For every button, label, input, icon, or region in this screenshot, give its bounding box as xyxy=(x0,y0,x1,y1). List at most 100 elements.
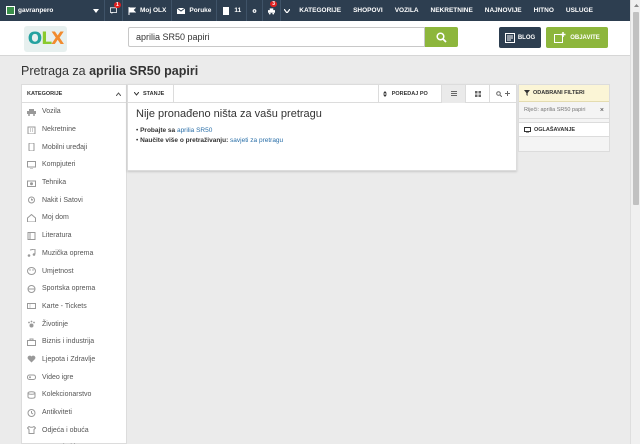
nav-link-najnovije[interactable]: NAJNOVIJE xyxy=(479,7,528,14)
oglasavanje-link[interactable]: OGLAŠAVANJE xyxy=(519,122,609,137)
clock-icon xyxy=(27,408,36,417)
sidebar-item-label: Životinje xyxy=(42,320,69,328)
sidebar-item-label: Nekretnine xyxy=(42,126,76,134)
nav-link-shopovi[interactable]: SHOPOVI xyxy=(347,7,389,14)
car-icon xyxy=(268,7,276,14)
sidebar-item-literatura[interactable]: Literatura xyxy=(22,227,126,245)
sidebar-item-nakit-i-satovi[interactable]: Nakit i Satovi xyxy=(22,191,126,209)
gear-icon xyxy=(252,8,257,13)
empty-results-title: Nije pronađeno ništa za vašu pretragu xyxy=(136,108,322,120)
nav-link-vozila[interactable]: VOZILA xyxy=(389,7,425,14)
sidebar-item-mobilni-uređaji[interactable]: Mobilni uređaji xyxy=(22,138,126,156)
header-bar: OLX aprilia SR50 papiri BLOG OBJAVITE xyxy=(0,21,630,56)
categories-chevron[interactable] xyxy=(281,0,293,21)
sidebar-item-label: Kompjuteri xyxy=(42,161,76,169)
sidebar-item-umjetnost[interactable]: Umjetnost xyxy=(22,262,126,280)
zoom-button[interactable] xyxy=(490,85,516,103)
sidebar-item-label: Muzička oprema xyxy=(42,249,94,257)
book-icon xyxy=(27,231,36,240)
search-button[interactable] xyxy=(425,27,458,47)
heart-icon xyxy=(27,356,36,363)
blog-icon xyxy=(504,32,515,43)
settings-button[interactable] xyxy=(247,0,264,21)
sidebar-item-moj-dom[interactable]: Moj dom xyxy=(22,209,126,227)
sidebar-item-label: Umjetnost xyxy=(42,267,74,275)
user-menu[interactable]: gavranpero xyxy=(0,0,105,21)
filter-chip-keywords: Riječi: aprilia SR50 papiri × xyxy=(519,102,609,119)
sidebar-item-label: Ljepota i Zdravlje xyxy=(42,355,96,363)
categories-sidebar: KATEGORIJE Vozila Nekretnine Mobilni uređa… xyxy=(21,84,127,444)
sidebar-item-biznis-i-industrija[interactable]: Biznis i industrija xyxy=(22,333,126,351)
olx-logo[interactable]: OLX xyxy=(24,26,67,52)
chevron-down-icon xyxy=(284,8,291,13)
envelope-icon xyxy=(177,7,186,14)
scroll-up-arrow[interactable] xyxy=(631,0,640,10)
suggestion-link[interactable]: aprilia SR50 xyxy=(177,127,212,134)
categories-list: Vozila Nekretnine Mobilni uređaji Kompjuter… xyxy=(22,103,126,444)
notifications-button[interactable]: 3 xyxy=(263,0,282,21)
sidebar-item-kolekcionarstvo[interactable]: Kolekcionarstvo xyxy=(22,386,126,404)
categories-header[interactable]: KATEGORIJE xyxy=(22,85,126,103)
ball-icon xyxy=(27,284,36,293)
messages-icon-button[interactable]: 1 xyxy=(105,0,123,21)
list-view-icon xyxy=(450,91,457,96)
tip-learn: • Naučite više o pretraživanju: savjeti … xyxy=(136,137,284,144)
filter-icon xyxy=(524,90,530,96)
sidebar-item-hrana-i-piće[interactable]: Hrana i piće xyxy=(22,439,126,444)
selected-filters-panel: ODABRANI FILTERI Riječi: aprilia SR50 pa… xyxy=(518,84,610,152)
sidebar-item-label: Odjeća i obuća xyxy=(42,426,89,434)
nav-link-nekretnine[interactable]: NEKRETNINE xyxy=(425,7,479,14)
sidebar-item-muzička-oprema[interactable]: Muzička oprema xyxy=(22,245,126,263)
list-view-button[interactable] xyxy=(442,84,467,103)
stanje-filter[interactable]: STANJE xyxy=(128,84,174,103)
nav-link-hitno[interactable]: HITNO xyxy=(528,7,560,14)
results-body: Nije pronađeno ništa za vašu pretragu • … xyxy=(128,103,516,151)
alert-badge: 3 xyxy=(270,1,278,7)
sidebar-item-antikviteti[interactable]: Antikviteti xyxy=(22,404,126,422)
sidebar-item-label: Nakit i Satovi xyxy=(42,196,83,204)
sidebar-item-video-igre[interactable]: Video igre xyxy=(22,368,126,386)
sidebar-item-karte-tickets[interactable]: Karte - Tickets xyxy=(22,298,126,316)
coins-icon xyxy=(27,391,36,399)
tip-try: • Probajte sa aprilia SR50 xyxy=(136,127,213,134)
nav-link-kategorije[interactable]: KATEGORIJE xyxy=(293,7,347,14)
sidebar-item-odjeća-i-obuća[interactable]: Odjeća i obuća xyxy=(22,421,126,439)
phone-icon xyxy=(28,143,35,152)
poruke-link[interactable]: Poruke xyxy=(172,0,218,21)
sidebar-item-kompjuteri[interactable]: Kompjuteri xyxy=(22,156,126,174)
palette-icon xyxy=(27,267,36,276)
page-title: Pretraga za aprilia SR50 papiri xyxy=(21,64,199,78)
my-olx-link[interactable]: Moj OLX xyxy=(123,0,173,21)
flag-icon xyxy=(128,6,136,15)
scrollbar-thumb[interactable] xyxy=(633,12,639,205)
top-nav: gavranpero 1 Moj OLX Poruke 11 3 KATEGOR… xyxy=(0,0,630,21)
remove-filter-button[interactable]: × xyxy=(600,107,604,114)
gamepad-icon xyxy=(27,374,36,381)
plus-icon xyxy=(505,91,511,96)
ticket-icon xyxy=(27,303,36,310)
home-icon xyxy=(27,213,36,222)
blog-button[interactable]: BLOG xyxy=(499,27,541,48)
monitor-icon xyxy=(27,160,36,169)
sidebar-item-vozila[interactable]: Vozila xyxy=(22,103,126,121)
sort-dropdown[interactable]: POREDAJ PO xyxy=(379,84,443,103)
sidebar-item-label: Karte - Tickets xyxy=(42,302,87,310)
car-icon xyxy=(27,108,36,116)
sidebar-item-nekretnine[interactable]: Nekretnine xyxy=(22,121,126,139)
grid-view-icon xyxy=(474,90,481,97)
saved-count[interactable]: 11 xyxy=(217,0,248,21)
objavite-button[interactable]: OBJAVITE xyxy=(546,27,608,48)
sidebar-item-sportska-oprema[interactable]: Sportska oprema xyxy=(22,280,126,298)
camera-icon xyxy=(27,180,36,187)
sidebar-item-ljepota-i-zdravlje[interactable]: Ljepota i Zdravlje xyxy=(22,351,126,369)
search-input[interactable]: aprilia SR50 papiri xyxy=(128,27,425,47)
magnifier-icon xyxy=(496,90,503,97)
search-icon xyxy=(436,31,447,43)
grid-view-button[interactable] xyxy=(466,84,491,103)
sidebar-item-životinje[interactable]: Životinje xyxy=(22,315,126,333)
page-scrollbar[interactable] xyxy=(630,0,640,444)
nav-link-usluge[interactable]: USLUGE xyxy=(560,7,599,14)
search-tips-link[interactable]: savjeti za pretragu xyxy=(230,137,283,144)
sidebar-item-tehnika[interactable]: Tehnika xyxy=(22,174,126,192)
chevron-down-icon xyxy=(93,8,99,13)
